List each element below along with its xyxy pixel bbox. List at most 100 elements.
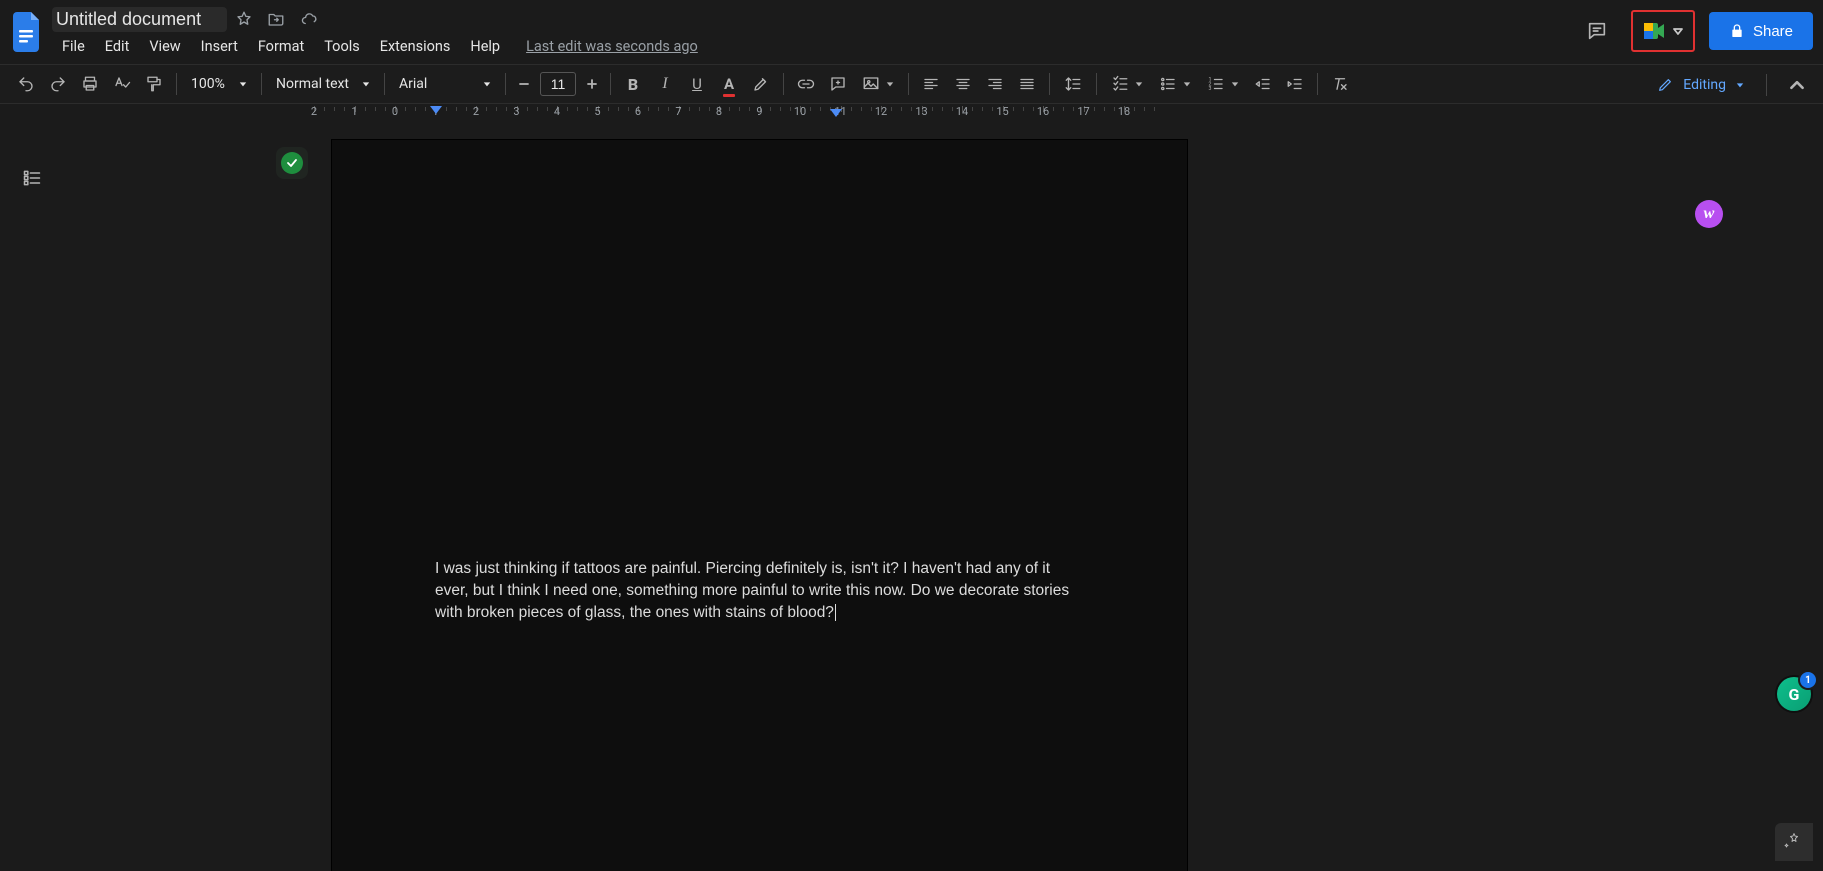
separator [384, 73, 385, 95]
zoom-value: 100% [191, 76, 225, 92]
caret-down-icon [362, 80, 370, 88]
doc-title-input[interactable] [52, 7, 227, 32]
menu-tools[interactable]: Tools [314, 35, 370, 58]
insert-link-button[interactable] [790, 68, 822, 100]
ruler-number: 1 [351, 105, 357, 118]
font-size-increase[interactable] [580, 71, 604, 97]
ruler-number: 9 [756, 105, 762, 118]
clear-formatting-button[interactable] [1324, 68, 1356, 100]
zoom-select[interactable]: 100% [183, 68, 255, 100]
caret-down-icon [886, 80, 894, 88]
caret-down-icon [483, 80, 491, 88]
menu-insert[interactable]: Insert [191, 35, 248, 58]
docs-icon [13, 12, 43, 52]
ruler-number: 14 [956, 105, 968, 118]
line-spacing-button[interactable] [1056, 68, 1090, 100]
align-left-button[interactable] [915, 68, 947, 100]
print-button[interactable] [74, 68, 106, 100]
menu-view[interactable]: View [139, 35, 190, 58]
last-edit-link[interactable]: Last edit was seconds ago [526, 38, 698, 55]
editing-mode-label: Editing [1683, 77, 1726, 93]
present-meet-button[interactable] [1637, 17, 1689, 45]
wordtune-badge[interactable]: w [1695, 200, 1723, 228]
align-center-button[interactable] [947, 68, 979, 100]
title-bar: File Edit View Insert Format Tools Exten… [0, 0, 1823, 64]
wordtune-glyph: w [1704, 205, 1715, 223]
docs-logo[interactable] [8, 6, 48, 58]
redo-button[interactable] [42, 68, 74, 100]
share-button[interactable]: Share [1709, 12, 1813, 50]
caret-down-icon [1736, 81, 1744, 89]
numbered-list-button[interactable]: 123 [1199, 68, 1247, 100]
move-folder-icon[interactable] [267, 10, 285, 28]
right-indent-marker[interactable] [830, 109, 842, 117]
separator [261, 73, 262, 95]
ruler-number: 13 [915, 105, 927, 118]
menu-help[interactable]: Help [460, 35, 510, 58]
ruler-number: 7 [675, 105, 681, 118]
font-select[interactable]: Arial [391, 68, 499, 100]
horizontal-ruler[interactable]: 210123456789101112131415161718 [0, 104, 1823, 122]
collapse-toolbar-button[interactable] [1781, 69, 1813, 101]
cloud-status-icon[interactable] [299, 10, 319, 28]
ruler-number: 5 [594, 105, 600, 118]
ruler-number: 15 [996, 105, 1008, 118]
caret-down-icon [1183, 80, 1191, 88]
show-outline-button[interactable] [16, 162, 48, 194]
first-line-indent-marker[interactable] [430, 106, 442, 114]
ruler-number: 17 [1077, 105, 1089, 118]
ruler-number: 4 [554, 105, 560, 118]
ruler-number: 2 [473, 105, 479, 118]
separator [176, 73, 177, 95]
indent-increase-button[interactable] [1279, 68, 1311, 100]
font-size-input[interactable] [540, 72, 576, 96]
font-size-decrease[interactable] [512, 71, 536, 97]
grammarly-badge[interactable]: G 1 [1777, 677, 1811, 711]
paint-format-button[interactable] [138, 68, 170, 100]
menu-file[interactable]: File [52, 35, 95, 58]
underline-button[interactable]: U [681, 68, 713, 100]
comment-history-button[interactable] [1577, 11, 1617, 51]
pencil-icon [1657, 77, 1673, 93]
caret-down-icon [1231, 80, 1239, 88]
share-button-label: Share [1753, 23, 1793, 40]
paragraph-style-select[interactable]: Normal text [268, 68, 378, 100]
star-icon[interactable] [235, 10, 253, 28]
meet-icon [1643, 21, 1667, 41]
align-justify-button[interactable] [1011, 68, 1043, 100]
italic-button[interactable]: I [649, 68, 681, 100]
menu-format[interactable]: Format [248, 35, 314, 58]
spellcheck-button[interactable] [106, 68, 138, 100]
meet-highlight-box [1631, 10, 1695, 52]
indent-decrease-button[interactable] [1247, 68, 1279, 100]
grammarly-count: 1 [1800, 672, 1816, 688]
menu-extensions[interactable]: Extensions [370, 35, 461, 58]
document-page[interactable]: I was just thinking if tattoos are painf… [332, 140, 1187, 871]
insert-image-button[interactable] [854, 68, 902, 100]
add-comment-button[interactable] [822, 68, 854, 100]
menu-edit[interactable]: Edit [95, 35, 140, 58]
ruler-number: 16 [1037, 105, 1049, 118]
checklist-button[interactable] [1103, 68, 1151, 100]
explore-button[interactable] [1775, 823, 1813, 861]
explore-icon [1784, 832, 1804, 852]
document-body[interactable]: I was just thinking if tattoos are painf… [435, 558, 1084, 624]
ruler-number: 18 [1118, 105, 1130, 118]
spellcheck-ok-badge[interactable] [276, 147, 308, 179]
dropdown-caret-icon [1673, 26, 1683, 36]
separator [783, 73, 784, 95]
highlight-color-button[interactable] [745, 68, 777, 100]
font-size-control [512, 71, 604, 97]
undo-button[interactable] [10, 68, 42, 100]
ruler-number: 0 [392, 105, 398, 118]
caret-down-icon [1135, 80, 1143, 88]
editing-mode-button[interactable]: Editing [1649, 69, 1752, 101]
ruler-number: 8 [716, 105, 722, 118]
bulleted-list-button[interactable] [1151, 68, 1199, 100]
align-right-button[interactable] [979, 68, 1011, 100]
separator [908, 73, 909, 95]
bold-button[interactable]: B [617, 68, 649, 100]
lock-icon [1729, 23, 1745, 39]
separator [1096, 73, 1097, 95]
text-color-button[interactable]: A [713, 68, 745, 100]
